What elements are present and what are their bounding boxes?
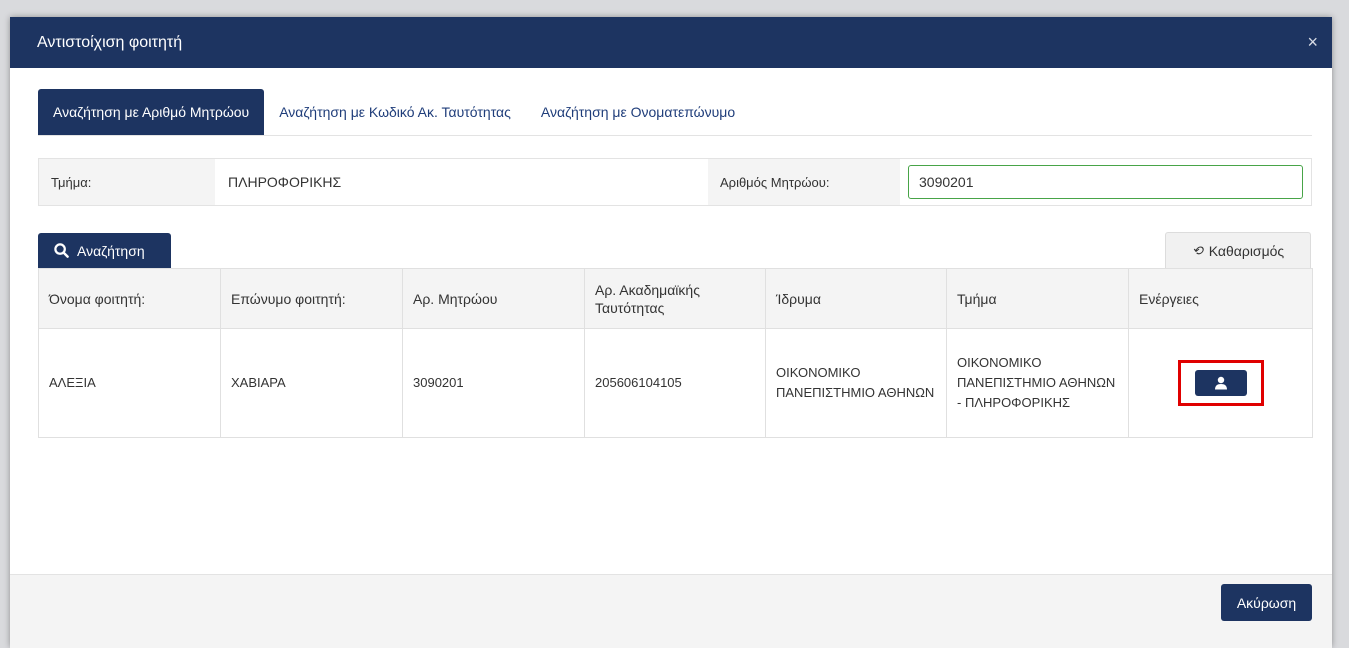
cell-registry: 3090201 [402,328,585,438]
header-department: Τμήμα [946,268,1129,329]
match-student-button[interactable] [1194,370,1247,396]
department-value: ΠΛΗΡΟΦΟΡΙΚΗΣ [228,174,342,190]
header-academic-id: Αρ. Ακαδημαϊκής Ταυτότητας [584,268,766,329]
cell-actions [1128,328,1313,438]
tab-search-by-name[interactable]: Αναζήτηση με Ονοματεπώνυμο [526,89,750,135]
refresh-icon: ⟲ [1191,242,1203,258]
search-tabs: Αναζήτηση με Αριθμό Μητρώου Αναζήτηση με… [38,89,1312,136]
header-first-name: Όνομα φοιτητή: [38,268,221,329]
search-button-label: Αναζήτηση [77,242,145,259]
registry-input-wrap [900,159,1311,205]
modal-title: Αντιστοίχιση φοιτητή [37,33,183,51]
table-row: ΑΛΕΞΙΑ ΧΑΒΙΑΡΑ 3090201 205606104105 ΟΙΚΟ… [38,328,1313,438]
header-registry: Αρ. Μητρώου [402,268,585,329]
student-match-modal: Αντιστοίχιση φοιτητή × Αναζήτηση με Αριθ… [10,17,1332,648]
clear-button-label: Καθαρισμός [1208,242,1285,259]
modal-header: Αντιστοίχιση φοιτητή × [10,17,1332,68]
header-last-name: Επώνυμο φοιτητή: [220,268,403,329]
cell-department: ΟΙΚΟΝΟΜΙΚΟ ΠΑΝΕΠΙΣΤΗΜΙΟ ΑΘΗΝΩΝ - ΠΛΗΡΟΦΟ… [946,328,1129,438]
search-icon [54,243,69,258]
modal-footer [10,574,1332,648]
header-institution: Ίδρυμα [765,268,947,329]
registry-label: Αριθμός Μητρώου: [708,159,900,205]
close-button[interactable]: × [1307,32,1318,53]
action-highlight-box [1177,360,1264,406]
cell-first-name: ΑΛΕΞΙΑ [38,328,221,438]
cell-academic-id: 205606104105 [584,328,766,438]
header-actions: Ενέργειες [1128,268,1313,329]
tab-search-by-registry[interactable]: Αναζήτηση με Αριθμό Μητρώου [38,89,265,135]
department-label: Τμήμα: [39,159,215,205]
search-button[interactable]: Αναζήτηση [38,233,171,268]
tab-search-by-academic-id[interactable]: Αναζήτηση με Κωδικό Ακ. Ταυτότητας [264,89,526,135]
cell-institution: ΟΙΚΟΝΟΜΙΚΟ ΠΑΝΕΠΙΣΤΗΜΙΟ ΑΘΗΝΩΝ [765,328,947,438]
search-form-row: Τμήμα: ΠΛΗΡΟΦΟΡΙΚΗΣ Αριθμός Μητρώου: [38,158,1312,206]
registry-input[interactable] [908,165,1303,199]
table-header-row: Όνομα φοιτητή: Επώνυμο φοιτητή: Αρ. Μητρ… [38,268,1313,329]
user-icon [1214,376,1227,390]
results-table: Όνομα φοιτητή: Επώνυμο φοιτητή: Αρ. Μητρ… [38,268,1313,438]
cancel-button[interactable]: Ακύρωση [1221,584,1312,621]
cell-last-name: ΧΑΒΙΑΡΑ [220,328,403,438]
clear-button[interactable]: ⟲ Καθαρισμός [1165,232,1311,268]
